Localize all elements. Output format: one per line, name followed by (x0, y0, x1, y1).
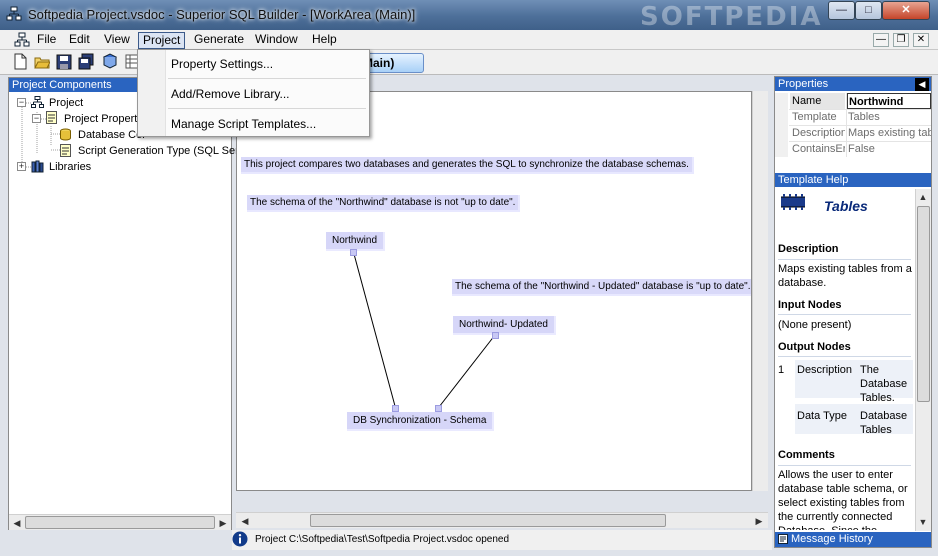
tree-toggle-properties[interactable]: − (32, 114, 41, 123)
canvas-horizontal-scrollbar[interactable]: ◀ ▶ (236, 512, 768, 528)
property-value-template[interactable]: Tables (847, 109, 931, 125)
scroll-left-icon[interactable]: ◀ (10, 516, 24, 530)
window-title: Softpedia Project.vsdoc - Superior SQL B… (28, 7, 416, 22)
project-icon (31, 96, 44, 108)
mdi-restore-button[interactable]: ❐ (893, 33, 909, 47)
close-button[interactable]: ✕ (882, 1, 930, 20)
output-type-key: Data Type (797, 410, 847, 422)
menu-bar: File Edit View Project Generate Window H… (0, 30, 938, 50)
output-index: 1 (778, 364, 785, 376)
message-history-label: Message History (791, 533, 873, 545)
description-heading: Description (778, 243, 839, 255)
scroll-thumb[interactable] (310, 514, 666, 527)
property-key-containserrors: ContainsErrors (792, 143, 845, 155)
output-type-value: Database Tables (860, 410, 908, 436)
template-help-content: Tables Description Maps existing tables … (775, 188, 915, 530)
left-pane-horizontal-scrollbar[interactable]: ◀ ▶ (9, 514, 231, 530)
properties-pane: Properties ◀ Name Northwind Template Tab… (774, 76, 932, 548)
property-value-containserrors[interactable]: False (847, 141, 931, 157)
status-text: Project C:\Softpedia\Test\Softpedia Proj… (255, 534, 510, 545)
output-desc-value: The Database Tables. (860, 364, 908, 404)
workarea-canvas[interactable]: This project compares two databases and … (236, 91, 752, 491)
property-key-description: Description (792, 127, 845, 139)
property-margin (775, 93, 788, 157)
properties-icon (46, 111, 57, 124)
property-value-name[interactable]: Northwind (847, 93, 931, 109)
maximize-button[interactable]: □ (855, 1, 882, 20)
node-input-port[interactable] (392, 405, 399, 412)
menu-help[interactable]: Help (308, 32, 341, 49)
project-menu-dropdown: Property Settings... Add/Remove Library.… (137, 49, 370, 137)
tables-template-icon (781, 194, 805, 210)
menu-edit[interactable]: Edit (65, 32, 94, 49)
output-desc-key: Description (797, 364, 853, 376)
input-nodes-text: (None present) (778, 319, 852, 331)
info-icon (232, 531, 248, 547)
canvas-note-northwind-updated[interactable]: The schema of the "Northwind - Updated" … (452, 279, 751, 296)
scroll-thumb[interactable] (917, 206, 930, 402)
app-icon (6, 6, 22, 21)
new-document-icon[interactable] (12, 53, 28, 70)
comments-heading: Comments (778, 449, 835, 461)
tree-toggle-libraries[interactable]: + (17, 162, 26, 171)
menu-view[interactable]: View (100, 32, 134, 49)
tree-item-libraries[interactable]: Libraries (49, 161, 91, 173)
tree-toggle-project[interactable]: − (17, 98, 26, 107)
project-components-pane: Project Components − Project − Project P… (8, 77, 258, 530)
node-output-port[interactable] (350, 249, 357, 256)
menu-file[interactable]: File (33, 32, 60, 49)
scroll-thumb[interactable] (25, 516, 215, 529)
output-nodes-heading: Output Nodes (778, 341, 851, 353)
template-help-scrollbar[interactable]: ▲ ▼ (915, 189, 931, 531)
comments-text: Allows the user to enter database table … (778, 469, 908, 530)
tree-item-project[interactable]: Project (49, 97, 83, 109)
title-bar: Softpedia Project.vsdoc - Superior SQL B… (0, 0, 938, 32)
open-folder-icon[interactable] (34, 53, 50, 70)
scroll-up-icon[interactable]: ▲ (916, 190, 930, 204)
canvas-note-project[interactable]: This project compares two databases and … (241, 157, 694, 174)
scroll-right-icon[interactable]: ▶ (752, 514, 766, 528)
property-key-template: Template (792, 111, 837, 123)
menu-project[interactable]: Project (138, 32, 186, 49)
menu-item-manage-script-templates[interactable]: Manage Script Templates... (171, 117, 316, 131)
node-northwind-updated[interactable]: Northwind- Updated (453, 316, 556, 335)
menu-item-add-remove-library[interactable]: Add/Remove Library... (171, 87, 290, 101)
watermark: SOFTPEDIA (640, 2, 823, 32)
save-icon[interactable] (56, 53, 72, 70)
menu-window[interactable]: Window (251, 32, 302, 49)
canvas-note-northwind[interactable]: The schema of the "Northwind" database i… (247, 195, 521, 212)
description-text: Maps existing tables from a database. (778, 263, 912, 289)
script-icon (60, 144, 71, 157)
mdi-close-button[interactable]: ✕ (913, 33, 929, 47)
tree-item-database-connections[interactable]: Database Connections (78, 129, 146, 141)
menu-item-property-settings[interactable]: Property Settings... (171, 57, 273, 71)
node-output-port[interactable] (492, 332, 499, 339)
input-nodes-heading: Input Nodes (778, 299, 842, 311)
scroll-right-icon[interactable]: ▶ (216, 516, 230, 530)
template-help-header: Template Help (775, 173, 931, 187)
property-value-description[interactable]: Maps existing tables (847, 125, 931, 141)
properties-header: Properties (775, 77, 931, 91)
status-bar: Project C:\Softpedia\Test\Softpedia Proj… (232, 530, 772, 550)
minimize-button[interactable]: — (828, 1, 855, 20)
collapse-arrow-icon[interactable]: ◀ (915, 78, 929, 91)
canvas-vertical-scrollbar[interactable] (752, 91, 768, 491)
library-icon[interactable] (102, 53, 118, 70)
scroll-down-icon[interactable]: ▼ (916, 515, 930, 529)
node-db-synchronization[interactable]: DB Synchronization - Schema (347, 412, 495, 431)
property-key-name: Name (790, 93, 845, 109)
scroll-left-icon[interactable]: ◀ (238, 514, 252, 528)
node-input-port[interactable] (435, 405, 442, 412)
menu-generate[interactable]: Generate (190, 32, 248, 49)
mdi-child-icon[interactable] (14, 32, 30, 48)
mdi-minimize-button[interactable]: — (873, 33, 889, 47)
database-icon (60, 128, 71, 141)
save-all-icon[interactable] (78, 53, 94, 70)
template-help-title: Tables (824, 198, 868, 214)
tree-item-script-generation-type[interactable]: Script Generation Type (SQL Server) (78, 145, 258, 157)
message-history-tab[interactable]: Message History (775, 532, 931, 547)
library-icon (31, 160, 44, 173)
